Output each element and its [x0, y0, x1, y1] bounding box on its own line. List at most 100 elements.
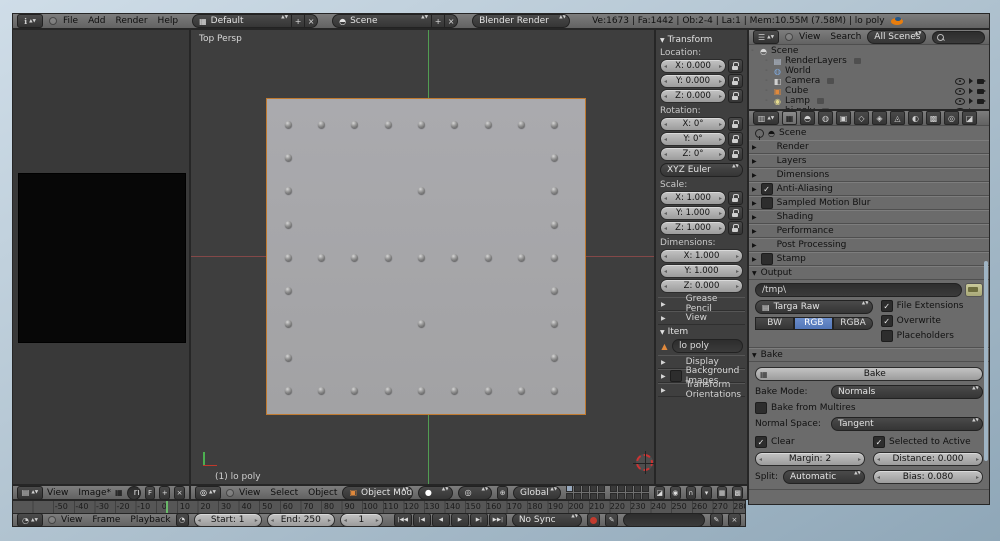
collapse-menus-toggle[interactable] [49, 17, 57, 25]
rotation-field[interactable]: Z: 0° [660, 147, 726, 161]
play-icon[interactable]: ▶ [451, 513, 469, 527]
jump-to-start-icon[interactable]: |◀◀ [394, 513, 412, 527]
rotation-field[interactable]: Y: 0° [660, 132, 726, 146]
tab-render[interactable]: ▦ [782, 111, 797, 125]
unlink-image-icon[interactable]: × [174, 486, 185, 500]
collapsed-panel-header[interactable]: Layers [749, 154, 989, 168]
play-reverse-icon[interactable]: ◀ [432, 513, 450, 527]
collapsed-panel-header[interactable]: Grease Pencil [658, 297, 745, 311]
viewport-shading-dropdown[interactable]: ●▲▼ [418, 486, 453, 500]
record-button[interactable] [587, 513, 600, 527]
scrollbar[interactable] [984, 261, 988, 461]
location-field[interactable]: Y: 0.000 [660, 74, 726, 88]
expand-icon[interactable]: ◦ [765, 68, 770, 74]
close-layout-icon[interactable]: × [305, 14, 318, 28]
tab-material[interactable]: ◐ [908, 111, 923, 125]
distance-slider[interactable]: Distance: 0.000 [873, 452, 983, 466]
tab-constraints[interactable]: ◇ [854, 111, 869, 125]
menu-item[interactable]: Search [830, 32, 861, 42]
rotation-field[interactable]: X: 0° [660, 117, 726, 131]
orientation-dropdown[interactable]: Global▲▼ [513, 486, 561, 500]
lock-icon[interactable] [728, 117, 743, 131]
menu-item[interactable]: View [239, 488, 260, 498]
proportional-edit-icon[interactable]: ◉ [670, 486, 681, 500]
tab-modifiers[interactable]: ◈ [872, 111, 887, 125]
outliner-item-label[interactable]: Lamp [785, 96, 810, 106]
outliner-search-input[interactable] [932, 31, 985, 44]
checkbox-row[interactable]: Overwrite [881, 315, 983, 327]
bake-button[interactable]: ▦ Bake [755, 367, 983, 381]
output-path-field[interactable]: /tmp\ [755, 283, 962, 297]
item-panel-header[interactable]: Item [660, 327, 743, 337]
render-opengl-icon[interactable]: ▦ [717, 486, 728, 500]
renderability-camera-icon[interactable] [977, 89, 984, 94]
start-frame-field[interactable]: Start: 1 [194, 513, 262, 527]
expand-icon[interactable]: ◦ [765, 88, 770, 94]
manipulator-icon[interactable]: ⊕ [497, 486, 508, 500]
normal-space-dropdown[interactable]: Tangent▲▼ [831, 417, 983, 431]
layer-buttons-group-1[interactable] [566, 485, 605, 500]
bake-from-multires-checkbox[interactable] [755, 402, 767, 414]
snap-element-icon[interactable]: ▾ [701, 486, 712, 500]
selectability-cursor-icon[interactable] [969, 88, 973, 94]
lock-icon[interactable] [728, 147, 743, 161]
split-dropdown[interactable]: Automatic▲▼ [783, 470, 865, 484]
menu-item[interactable]: Image* [78, 488, 111, 498]
timeline-editor-type-button[interactable]: ◔▲▼ [17, 513, 43, 527]
visibility-eye-icon[interactable] [955, 88, 965, 95]
clear-row[interactable]: Clear [755, 436, 865, 448]
tab-physics[interactable]: ◪ [962, 111, 977, 125]
lock-icon[interactable] [728, 191, 743, 205]
outliner-row[interactable]: ◦ ◓ Scene [751, 46, 987, 56]
collapse-menus-toggle[interactable] [48, 516, 56, 524]
expand-icon[interactable]: ◦ [765, 58, 770, 64]
next-keyframe-icon[interactable]: ▶| [470, 513, 488, 527]
color-mode-option[interactable]: BW [755, 317, 794, 330]
bake-mode-dropdown[interactable]: Normals▲▼ [831, 385, 983, 399]
lo-poly-plane[interactable] [266, 98, 586, 415]
outliner-item-label[interactable]: Cube [785, 86, 808, 96]
lock-icon[interactable] [728, 89, 743, 103]
pin-icon[interactable] [755, 129, 764, 138]
scale-field[interactable]: X: 1.000 [660, 191, 726, 205]
collapsed-panel-header[interactable]: Transform Orientations [658, 383, 745, 397]
new-image-icon[interactable]: + [159, 486, 170, 500]
viewport-3d[interactable]: Top Persp (1) lo poly [190, 29, 655, 485]
menu-item[interactable]: Help [158, 16, 179, 26]
selected-to-active-checkbox[interactable] [873, 436, 885, 448]
renderability-camera-icon[interactable] [977, 79, 984, 84]
expand-icon[interactable]: ◦ [765, 78, 770, 84]
menu-item[interactable]: View [799, 32, 820, 42]
close-scene-icon[interactable]: × [445, 14, 458, 28]
tab-object[interactable]: ▣ [836, 111, 851, 125]
menu-item[interactable]: Frame [92, 515, 120, 525]
bake-panel-header[interactable]: Bake [749, 348, 989, 362]
file-format-dropdown[interactable]: ▤Targa Raw▲▼ [755, 300, 873, 314]
collapsed-panel-header[interactable]: Post Processing [749, 238, 989, 252]
panel-checkbox[interactable] [761, 253, 773, 265]
menu-item[interactable]: File [63, 16, 78, 26]
selected-to-active-row[interactable]: Selected to Active [873, 436, 983, 448]
keying-set-field[interactable] [623, 513, 705, 527]
visibility-eye-icon[interactable] [955, 78, 965, 85]
visibility-eye-icon[interactable] [955, 98, 965, 105]
add-scene-icon[interactable]: + [432, 14, 445, 28]
delete-keyframe-icon[interactable]: × [728, 513, 741, 527]
color-mode-option[interactable]: RGBA [833, 317, 872, 330]
tab-scene[interactable]: ◓ [800, 111, 815, 125]
checkbox-row[interactable]: Placeholders [881, 330, 983, 342]
uv-image-editor[interactable] [12, 29, 190, 485]
clear-checkbox[interactable] [755, 436, 767, 448]
outliner-item-label[interactable]: Camera [785, 76, 820, 86]
checkbox[interactable] [881, 330, 893, 342]
lock-icon[interactable] [728, 221, 743, 235]
menu-item[interactable]: View [61, 515, 82, 525]
tab-data[interactable]: ◬ [890, 111, 905, 125]
outliner-row[interactable]: ◦ ◧ Camera [751, 76, 987, 86]
image-editor-type-button[interactable]: ▤▲▼ [17, 486, 43, 500]
lock-icon[interactable] [728, 74, 743, 88]
properties-n-panel[interactable]: Transform Location: X: 0.000 Y: 0.000 Z:… [655, 29, 748, 485]
outliner-item-label[interactable]: World [785, 66, 811, 76]
margin-slider[interactable]: Margin: 2 [755, 452, 865, 466]
rotation-mode-dropdown[interactable]: XYZ Euler▲▼ [660, 163, 743, 177]
